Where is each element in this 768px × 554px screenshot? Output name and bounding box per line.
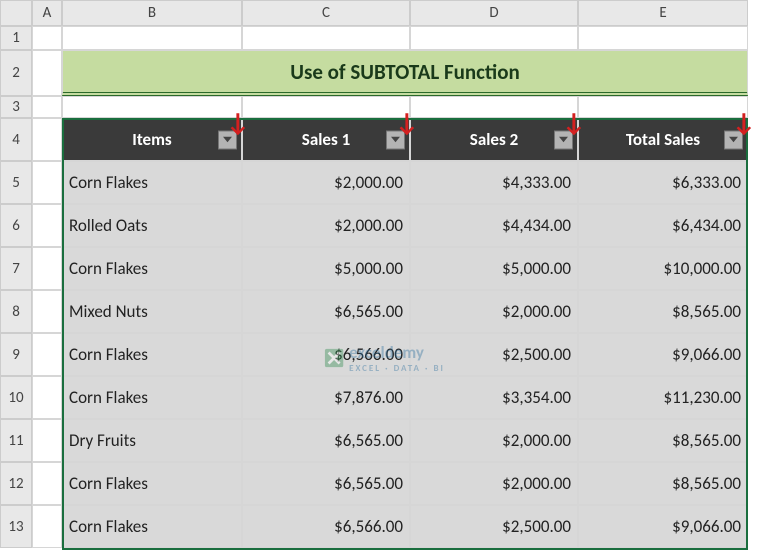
row-header-11[interactable]: 11	[0, 419, 32, 462]
table-row[interactable]: $4,333.00	[410, 161, 578, 204]
col-header-A[interactable]: A	[32, 0, 62, 26]
cell-A6[interactable]	[32, 204, 62, 247]
table-row[interactable]: $2,000.00	[410, 419, 578, 462]
header-label: Sales 2	[470, 129, 518, 150]
cell-A9[interactable]	[32, 333, 62, 376]
header-label: Items	[132, 129, 171, 150]
cell-A8[interactable]	[32, 290, 62, 333]
cell-A5[interactable]	[32, 161, 62, 204]
table-row[interactable]: Corn Flakes	[62, 462, 242, 505]
spreadsheet-grid: A B C D E 1 2 Use of SUBTOTAL Function 3…	[0, 0, 768, 548]
cell-A12[interactable]	[32, 462, 62, 505]
table-row[interactable]: $6,565.00	[242, 290, 410, 333]
table-row[interactable]: $5,000.00	[410, 247, 578, 290]
filter-button-total[interactable]	[724, 130, 743, 149]
col-header-C[interactable]: C	[242, 0, 410, 26]
table-row[interactable]: Corn Flakes	[62, 247, 242, 290]
filter-button-sales2[interactable]	[554, 130, 573, 149]
filter-button-items[interactable]	[218, 130, 237, 149]
table-row[interactable]: $8,565.00	[578, 462, 748, 505]
row-header-9[interactable]: 9	[0, 333, 32, 376]
cell-A7[interactable]	[32, 247, 62, 290]
select-all-corner[interactable]	[0, 0, 32, 26]
table-row[interactable]: $8,565.00	[578, 290, 748, 333]
table-row[interactable]: Corn Flakes	[62, 376, 242, 419]
table-row[interactable]: $6,566.00	[242, 333, 410, 376]
row-header-6[interactable]: 6	[0, 204, 32, 247]
table-row[interactable]: $2,000.00	[410, 290, 578, 333]
table-row[interactable]: $9,066.00	[578, 333, 748, 376]
cell-E3[interactable]	[578, 96, 748, 118]
col-header-B[interactable]: B	[62, 0, 242, 26]
header-items[interactable]: Items	[62, 118, 242, 161]
table-row[interactable]: $3,354.00	[410, 376, 578, 419]
table-row[interactable]: $2,000.00	[242, 204, 410, 247]
table-row[interactable]: $6,565.00	[242, 462, 410, 505]
table-row[interactable]: Corn Flakes	[62, 505, 242, 548]
header-sales1[interactable]: Sales 1	[242, 118, 410, 161]
header-label: Total Sales	[626, 129, 700, 150]
row-header-5[interactable]: 5	[0, 161, 32, 204]
table-row[interactable]: $4,434.00	[410, 204, 578, 247]
cell-A3[interactable]	[32, 96, 62, 118]
cell-A2[interactable]	[32, 50, 62, 96]
cell-A11[interactable]	[32, 419, 62, 462]
header-label: Sales 1	[302, 129, 350, 150]
table-row[interactable]: $9,066.00	[578, 505, 748, 548]
table-row[interactable]: $6,333.00	[578, 161, 748, 204]
cell-B1[interactable]	[62, 26, 242, 50]
table-row[interactable]: $2,000.00	[242, 161, 410, 204]
row-header-7[interactable]: 7	[0, 247, 32, 290]
row-header-1[interactable]: 1	[0, 26, 32, 50]
table-row[interactable]: $6,566.00	[242, 505, 410, 548]
filter-button-sales1[interactable]	[386, 130, 405, 149]
table-row[interactable]: $10,000.00	[578, 247, 748, 290]
table-row[interactable]: $6,565.00	[242, 419, 410, 462]
cell-A10[interactable]	[32, 376, 62, 419]
table-row[interactable]: $2,500.00	[410, 333, 578, 376]
table-row[interactable]: Dry Fruits	[62, 419, 242, 462]
table-row[interactable]: $7,876.00	[242, 376, 410, 419]
table-row[interactable]: $2,500.00	[410, 505, 578, 548]
cell-D3[interactable]	[410, 96, 578, 118]
row-header-4[interactable]: 4	[0, 118, 32, 161]
table-row[interactable]: $11,230.00	[578, 376, 748, 419]
cell-B3[interactable]	[62, 96, 242, 118]
table-row[interactable]: Rolled Oats	[62, 204, 242, 247]
cell-C3[interactable]	[242, 96, 410, 118]
row-header-2[interactable]: 2	[0, 50, 32, 96]
cell-A13[interactable]	[32, 505, 62, 548]
row-header-3[interactable]: 3	[0, 96, 32, 118]
cell-E1[interactable]	[578, 26, 748, 50]
header-sales2[interactable]: Sales 2	[410, 118, 578, 161]
table-row[interactable]: $6,434.00	[578, 204, 748, 247]
table-row[interactable]: $5,000.00	[242, 247, 410, 290]
table-row[interactable]: $2,000.00	[410, 462, 578, 505]
header-total[interactable]: Total Sales	[578, 118, 748, 161]
cell-C1[interactable]	[242, 26, 410, 50]
cell-A1[interactable]	[32, 26, 62, 50]
cell-A4[interactable]	[32, 118, 62, 161]
row-header-8[interactable]: 8	[0, 290, 32, 333]
table-row[interactable]: Corn Flakes	[62, 161, 242, 204]
col-header-D[interactable]: D	[410, 0, 578, 26]
cell-D1[interactable]	[410, 26, 578, 50]
row-header-10[interactable]: 10	[0, 376, 32, 419]
table-row[interactable]: Corn Flakes	[62, 333, 242, 376]
col-header-E[interactable]: E	[578, 0, 748, 26]
row-header-12[interactable]: 12	[0, 462, 32, 505]
row-header-13[interactable]: 13	[0, 505, 32, 548]
table-row[interactable]: $8,565.00	[578, 419, 748, 462]
table-row[interactable]: Mixed Nuts	[62, 290, 242, 333]
title-cell[interactable]: Use of SUBTOTAL Function	[62, 50, 748, 96]
